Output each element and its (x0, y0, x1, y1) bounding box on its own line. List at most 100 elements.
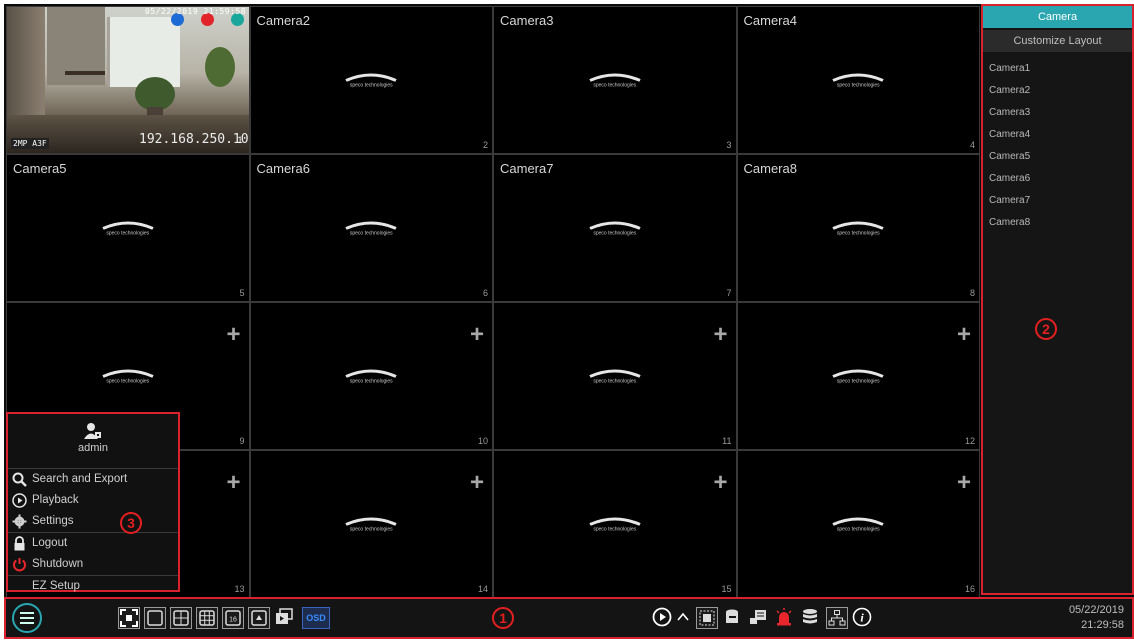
camera-list-item[interactable]: Camera6 (983, 168, 1132, 190)
camera-list-item[interactable]: Camera8 (983, 212, 1132, 234)
camera-cell-6[interactable]: Camera6 speco technologies 6 (250, 155, 492, 301)
camera-list-item[interactable]: Camera5 (983, 146, 1132, 168)
start-menu-button[interactable] (12, 603, 42, 633)
camera-cell-2[interactable]: Camera2 speco technologies 2 (250, 7, 492, 153)
tab-camera[interactable]: Camera (983, 6, 1132, 28)
camera-list-item[interactable]: Camera4 (983, 124, 1132, 146)
add-camera-button[interactable]: + (470, 471, 484, 495)
cell-number: 4 (969, 140, 975, 150)
menu-item-logout[interactable]: Logout (8, 532, 178, 554)
record-status-icon[interactable] (748, 607, 770, 629)
cell-number: 9 (239, 436, 245, 446)
camera-title: Camera4 (743, 13, 797, 28)
add-camera-button[interactable]: + (226, 323, 240, 347)
camera-cell-14[interactable]: + speco technologies 14 (250, 451, 492, 597)
cell-number: 6 (482, 288, 488, 298)
camera-cell-12[interactable]: + speco technologies 12 (737, 303, 979, 449)
date-text: 05/22/2019 (1068, 604, 1124, 616)
disk-status-icon[interactable] (722, 607, 744, 629)
camera-cell-1[interactable]: 05/22/2019 21:59:58 2MP A3F 192.168.250.… (7, 7, 249, 153)
alarm-icon[interactable] (774, 607, 796, 629)
user-icon (84, 423, 101, 439)
camera-list-item[interactable]: Camera1 (983, 58, 1132, 80)
menu-item-settings[interactable]: Settings (8, 511, 178, 532)
add-camera-button[interactable]: + (226, 471, 240, 495)
camera-title: Camera3 (500, 13, 554, 28)
cell-number: 15 (721, 584, 732, 594)
resolution-badge: 2MP A3F (11, 138, 49, 149)
speco-logo: speco technologies (585, 368, 645, 385)
chevron-up-icon[interactable] (676, 607, 690, 629)
camera-cell-7[interactable]: Camera7 speco technologies 7 (494, 155, 736, 301)
right-panel: Camera Customize Layout Camera1 Camera2 … (981, 4, 1134, 595)
speco-logo: speco technologies (341, 516, 401, 533)
network-icon[interactable] (826, 607, 848, 629)
svg-text:i: i (860, 611, 864, 625)
menu-item-search-export[interactable]: Search and Export (8, 469, 178, 490)
add-camera-button[interactable]: + (713, 323, 727, 347)
layout-16-icon[interactable]: 16 (222, 607, 244, 629)
camera-cell-3[interactable]: Camera3 speco technologies 3 (494, 7, 736, 153)
camera-title: Camera8 (743, 161, 797, 176)
camera-cell-10[interactable]: + speco technologies 10 (250, 303, 492, 449)
snapshot-icon[interactable] (696, 607, 718, 629)
callout-marker-2: 2 (1035, 318, 1057, 340)
camera-list-item[interactable]: Camera2 (983, 80, 1132, 102)
cell-number: 14 (477, 584, 488, 594)
camera-list-item[interactable]: Camera7 (983, 190, 1132, 212)
add-camera-button[interactable]: + (470, 323, 484, 347)
menu-item-playback[interactable]: Playback (8, 490, 178, 511)
username: admin (78, 442, 108, 454)
fullscreen-icon[interactable] (118, 607, 140, 629)
speco-logo: speco technologies (585, 220, 645, 237)
database-icon[interactable] (800, 607, 822, 629)
cell-number: 12 (964, 436, 975, 446)
cell-number: 2 (482, 140, 488, 150)
menu-item-ez-setup[interactable]: EZ Setup (8, 575, 178, 597)
power-icon (13, 558, 26, 572)
camera-cell-15[interactable]: + speco technologies 15 (494, 451, 736, 597)
video-timestamp: 05/22/2019 21:59:58 (145, 7, 247, 16)
speco-logo: speco technologies (341, 220, 401, 237)
add-camera-button[interactable]: + (957, 323, 971, 347)
camera-list-item[interactable]: Camera3 (983, 102, 1132, 124)
custom-layout-icon[interactable] (248, 607, 270, 629)
layout-4-icon[interactable] (170, 607, 192, 629)
tab-customize-layout[interactable]: Customize Layout (983, 30, 1132, 52)
speco-logo: speco technologies (98, 220, 158, 237)
bottom-toolbar: 16 OSD 1 i 05/22/2019 21:29:58 (4, 597, 1134, 639)
osd-button[interactable]: OSD (302, 607, 330, 629)
camera-cell-8[interactable]: Camera8 speco technologies 8 (737, 155, 979, 301)
menu-item-shutdown[interactable]: Shutdown (8, 554, 178, 575)
cell-number: 13 (234, 584, 245, 594)
user-section: admin (8, 422, 178, 469)
speco-logo: speco technologies (98, 368, 158, 385)
playback-play-icon[interactable] (652, 607, 674, 629)
cell-number: 7 (726, 288, 732, 298)
cell-number: 16 (964, 584, 975, 594)
camera-cell-16[interactable]: + speco technologies 16 (737, 451, 979, 597)
camera-cell-11[interactable]: + speco technologies 11 (494, 303, 736, 449)
time-text: 21:29:58 (1081, 619, 1124, 631)
cell-number: 10 (477, 436, 488, 446)
camera-title: Camera7 (500, 161, 554, 176)
search-icon (12, 472, 27, 487)
sequence-view-icon[interactable] (274, 607, 296, 629)
layout-1-icon[interactable] (144, 607, 166, 629)
camera-list: Camera1 Camera2 Camera3 Camera4 Camera5 … (983, 58, 1132, 234)
camera-title: Camera6 (256, 161, 310, 176)
camera-cell-4[interactable]: Camera4 speco technologies 4 (737, 7, 979, 153)
cell-number: 11 (722, 436, 732, 446)
callout-marker-1: 1 (492, 607, 514, 629)
layout-9-icon[interactable] (196, 607, 218, 629)
speco-logo: speco technologies (828, 72, 888, 89)
speco-logo: speco technologies (828, 220, 888, 237)
add-camera-button[interactable]: + (957, 471, 971, 495)
cell-number: 3 (726, 140, 732, 150)
camera-cell-5[interactable]: Camera5 speco technologies 5 (7, 155, 249, 301)
add-camera-button[interactable]: + (713, 471, 727, 495)
speco-logo: speco technologies (828, 368, 888, 385)
cell-number: 8 (969, 288, 975, 298)
info-icon[interactable]: i (852, 607, 874, 629)
camera-title: Camera5 (13, 161, 67, 176)
